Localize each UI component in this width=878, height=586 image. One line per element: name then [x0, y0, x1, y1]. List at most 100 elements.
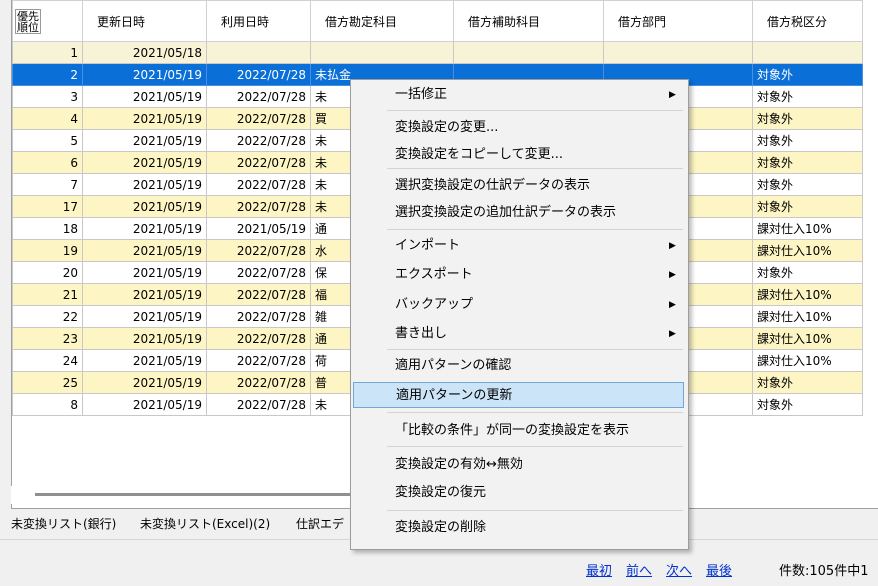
- pager-last-link[interactable]: 最後: [706, 564, 732, 579]
- col-header-debit-sub-account[interactable]: 借方補助科目: [453, 0, 604, 42]
- debit-tax-class-cell[interactable]: 課対仕入10%: [752, 349, 863, 372]
- pager-first-link[interactable]: 最初: [586, 564, 612, 579]
- col-header-debit-tax-class[interactable]: 借方税区分: [752, 0, 863, 42]
- priority-cell[interactable]: 19: [12, 239, 83, 262]
- used-cell[interactable]: 2021/05/19: [206, 217, 311, 240]
- updated-cell[interactable]: 2021/05/19: [82, 283, 207, 306]
- menu-item[interactable]: エクスポート ▶: [353, 262, 684, 288]
- priority-cell[interactable]: 25: [12, 371, 83, 394]
- used-cell[interactable]: 2022/07/28: [206, 327, 311, 350]
- menu-item[interactable]: 変換設定の削除: [353, 515, 684, 541]
- updated-cell[interactable]: 2021/05/19: [82, 63, 207, 86]
- scrollbar-thumb[interactable]: [35, 493, 355, 496]
- used-cell[interactable]: 2022/07/28: [206, 129, 311, 152]
- table-row[interactable]: 1 2021/05/18: [12, 41, 863, 64]
- menu-item[interactable]: 変換設定の復元: [353, 480, 684, 506]
- menu-item[interactable]: 一括修正 ▶: [353, 82, 684, 108]
- used-cell[interactable]: 2022/07/28: [206, 349, 311, 372]
- updated-cell[interactable]: 2021/05/19: [82, 349, 207, 372]
- tab-journal-editor[interactable]: 仕訳エデ: [296, 515, 344, 532]
- debit-tax-class-cell[interactable]: 対象外: [752, 63, 863, 86]
- priority-cell[interactable]: 3: [12, 85, 83, 108]
- priority-cell[interactable]: 17: [12, 195, 83, 218]
- priority-cell[interactable]: 4: [12, 107, 83, 130]
- used-cell[interactable]: 2022/07/28: [206, 305, 311, 328]
- debit-tax-class-cell[interactable]: 対象外: [752, 393, 863, 416]
- debit-sub-account-cell[interactable]: [453, 41, 604, 64]
- debit-tax-class-cell[interactable]: [752, 41, 863, 64]
- menu-item[interactable]: 変換設定をコピーして変更...: [353, 142, 684, 168]
- used-cell[interactable]: 2022/07/28: [206, 261, 311, 284]
- debit-tax-class-cell[interactable]: 対象外: [752, 371, 863, 394]
- used-cell[interactable]: 2022/07/28: [206, 195, 311, 218]
- used-cell[interactable]: [206, 41, 311, 64]
- menu-item[interactable]: 書き出し ▶: [353, 321, 684, 347]
- used-cell[interactable]: 2022/07/28: [206, 151, 311, 174]
- debit-account-cell[interactable]: [310, 41, 454, 64]
- updated-cell[interactable]: 2021/05/19: [82, 85, 207, 108]
- updated-cell[interactable]: 2021/05/18: [82, 41, 207, 64]
- debit-tax-class-cell[interactable]: 対象外: [752, 85, 863, 108]
- debit-tax-class-cell[interactable]: 課対仕入10%: [752, 305, 863, 328]
- priority-cell[interactable]: 22: [12, 305, 83, 328]
- pager-prev-link[interactable]: 前へ: [626, 564, 652, 579]
- debit-tax-class-cell[interactable]: 課対仕入10%: [752, 283, 863, 306]
- used-cell[interactable]: 2022/07/28: [206, 283, 311, 306]
- debit-tax-class-cell[interactable]: 対象外: [752, 173, 863, 196]
- debit-tax-class-cell[interactable]: 対象外: [752, 107, 863, 130]
- priority-cell[interactable]: 1: [12, 41, 83, 64]
- updated-cell[interactable]: 2021/05/19: [82, 393, 207, 416]
- updated-cell[interactable]: 2021/05/19: [82, 151, 207, 174]
- updated-cell[interactable]: 2021/05/19: [82, 371, 207, 394]
- updated-cell[interactable]: 2021/05/19: [82, 195, 207, 218]
- priority-cell[interactable]: 18: [12, 217, 83, 240]
- col-header-debit-department[interactable]: 借方部門: [603, 0, 753, 42]
- updated-cell[interactable]: 2021/05/19: [82, 107, 207, 130]
- priority-cell[interactable]: 8: [12, 393, 83, 416]
- used-cell[interactable]: 2022/07/28: [206, 393, 311, 416]
- priority-cell[interactable]: 2: [12, 63, 83, 86]
- priority-cell[interactable]: 5: [12, 129, 83, 152]
- tab-unconverted-excel[interactable]: 未変換リスト(Excel)(2): [140, 515, 270, 532]
- menu-item[interactable]: 適用パターンの更新: [353, 382, 684, 408]
- menu-item[interactable]: 選択変換設定の追加仕訳データの表示: [353, 200, 684, 226]
- priority-cell[interactable]: 7: [12, 173, 83, 196]
- used-cell[interactable]: 2022/07/28: [206, 63, 311, 86]
- priority-cell[interactable]: 24: [12, 349, 83, 372]
- debit-tax-class-cell[interactable]: 対象外: [752, 261, 863, 284]
- debit-department-cell[interactable]: [603, 41, 753, 64]
- priority-cell[interactable]: 6: [12, 151, 83, 174]
- menu-item[interactable]: 変換設定の変更...: [353, 115, 684, 141]
- col-header-debit-account[interactable]: 借方勘定科目: [310, 0, 454, 42]
- debit-tax-class-cell[interactable]: 対象外: [752, 195, 863, 218]
- updated-cell[interactable]: 2021/05/19: [82, 217, 207, 240]
- menu-item[interactable]: インポート ▶: [353, 233, 684, 259]
- menu-item[interactable]: 適用パターンの確認: [353, 353, 684, 379]
- pager-next-link[interactable]: 次へ: [666, 564, 692, 579]
- used-cell[interactable]: 2022/07/28: [206, 85, 311, 108]
- col-header-used[interactable]: 利用日時: [206, 0, 311, 42]
- debit-tax-class-cell[interactable]: 対象外: [752, 151, 863, 174]
- priority-cell[interactable]: 20: [12, 261, 83, 284]
- updated-cell[interactable]: 2021/05/19: [82, 305, 207, 328]
- col-header-updated[interactable]: 更新日時: [82, 0, 207, 42]
- menu-item[interactable]: バックアップ ▶: [353, 292, 684, 318]
- used-cell[interactable]: 2022/07/28: [206, 173, 311, 196]
- menu-item[interactable]: 「比較の条件」が同一の変換設定を表示: [353, 418, 684, 444]
- used-cell[interactable]: 2022/07/28: [206, 107, 311, 130]
- updated-cell[interactable]: 2021/05/19: [82, 327, 207, 350]
- priority-cell[interactable]: 23: [12, 327, 83, 350]
- used-cell[interactable]: 2022/07/28: [206, 371, 311, 394]
- priority-cell[interactable]: 21: [12, 283, 83, 306]
- debit-tax-class-cell[interactable]: 課対仕入10%: [752, 217, 863, 240]
- updated-cell[interactable]: 2021/05/19: [82, 129, 207, 152]
- updated-cell[interactable]: 2021/05/19: [82, 239, 207, 262]
- debit-tax-class-cell[interactable]: 対象外: [752, 129, 863, 152]
- debit-tax-class-cell[interactable]: 課対仕入10%: [752, 239, 863, 262]
- debit-tax-class-cell[interactable]: 課対仕入10%: [752, 327, 863, 350]
- menu-item[interactable]: 変換設定の有効↔無効: [353, 452, 684, 478]
- used-cell[interactable]: 2022/07/28: [206, 239, 311, 262]
- updated-cell[interactable]: 2021/05/19: [82, 261, 207, 284]
- menu-item[interactable]: 選択変換設定の仕訳データの表示: [353, 173, 684, 199]
- col-header-priority[interactable]: 優先 順位: [12, 0, 83, 42]
